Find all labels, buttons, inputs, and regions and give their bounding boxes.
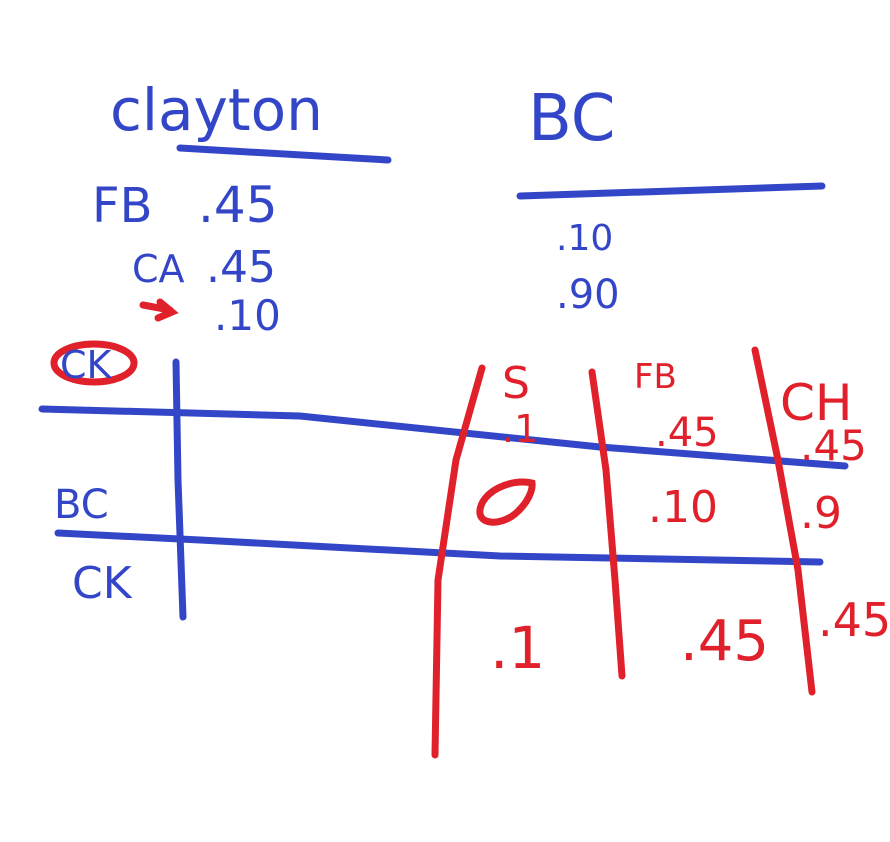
whiteboard-canvas: clayton FB .45 CA .45 .10 BC .10 .90 BC … bbox=[0, 0, 890, 842]
grid-row-label-ck-2: CK bbox=[72, 558, 133, 609]
left-row-label-ca: CA bbox=[132, 247, 185, 291]
cell-ck1-fb: .45 bbox=[655, 410, 719, 456]
red-column-line-1 bbox=[431, 364, 486, 759]
left-row-value-s: .10 bbox=[214, 291, 281, 340]
col-header-s: S bbox=[502, 358, 530, 409]
clayton-underline bbox=[176, 144, 392, 164]
red-zero-mark bbox=[476, 478, 536, 526]
cell-ck1-ch: .45 bbox=[800, 421, 867, 470]
grid-row-label-bc: BC bbox=[54, 482, 109, 528]
left-row-value-fb: .45 bbox=[198, 176, 278, 234]
bc-value-1: .10 bbox=[556, 218, 613, 259]
cell-bc-fb: .10 bbox=[648, 482, 718, 533]
red-column-line-2 bbox=[588, 368, 626, 680]
cell-bc-ch: .9 bbox=[800, 488, 842, 539]
clayton-title: clayton bbox=[110, 76, 323, 144]
grid-line-top bbox=[38, 405, 849, 470]
handwritten-ink-layer: clayton FB .45 CA .45 .10 BC .10 .90 BC … bbox=[38, 76, 890, 759]
cell-ck2-s: .1 bbox=[490, 614, 545, 682]
col-header-fb: FB bbox=[634, 357, 677, 397]
cell-ck2-fb: .45 bbox=[680, 609, 769, 674]
bc-value-2: .90 bbox=[556, 272, 620, 318]
bc-title: BC bbox=[528, 82, 615, 156]
cell-ck1-s: .1 bbox=[502, 407, 538, 451]
grid-row-label-ck-1: CK bbox=[60, 343, 113, 387]
left-row-label-fb: FB bbox=[92, 178, 153, 234]
grid-line-vertical bbox=[172, 358, 187, 621]
left-row-value-ca: .45 bbox=[206, 242, 276, 293]
bc-underline bbox=[516, 182, 826, 200]
cell-ck2-ch: .45 bbox=[818, 593, 890, 647]
